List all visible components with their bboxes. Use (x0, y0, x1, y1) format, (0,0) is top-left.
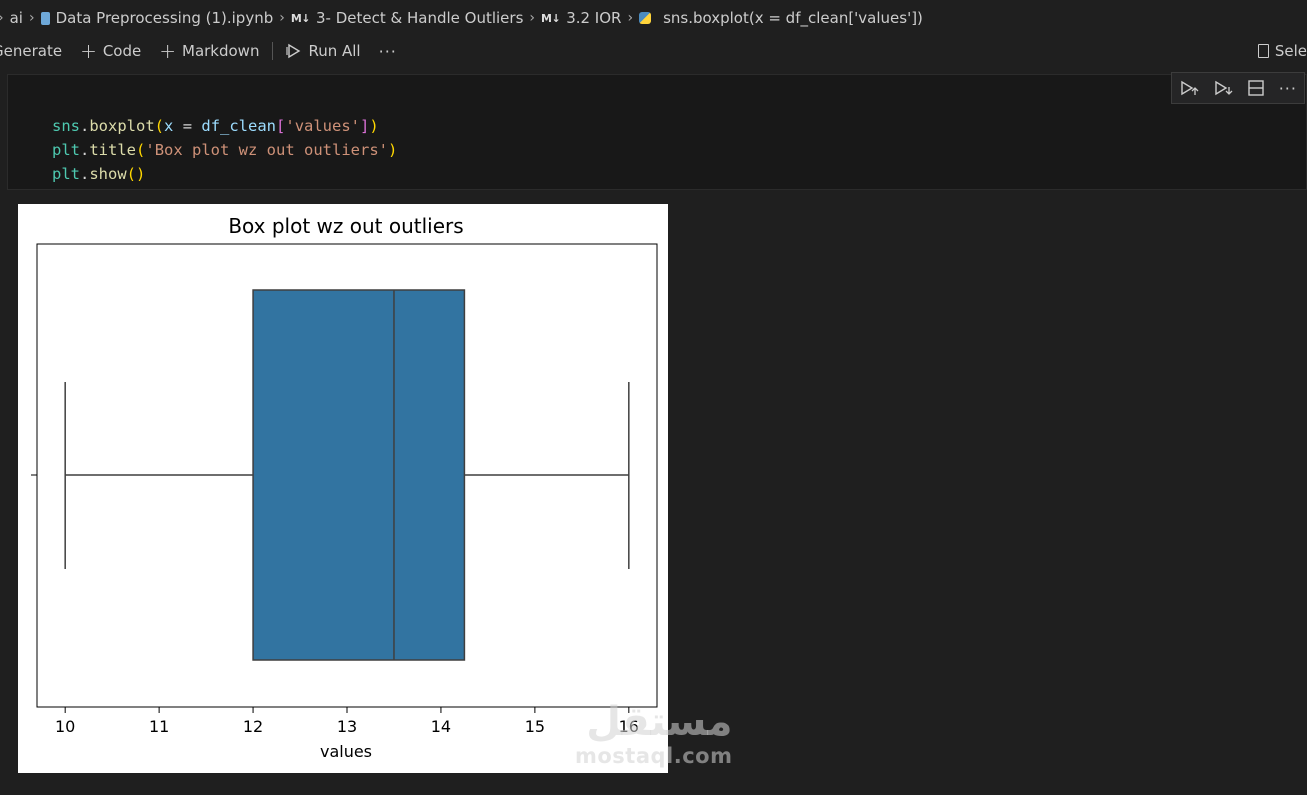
chart-title: Box plot wz out outliers (228, 214, 463, 238)
x-tick-label: 12 (243, 717, 263, 736)
plus-icon: + (159, 39, 176, 63)
code-cell[interactable]: sns.boxplot(x = df_clean['values']) plt.… (7, 74, 1307, 190)
toolbar-divider (272, 42, 274, 60)
x-tick-label: 13 (337, 717, 357, 736)
run-all-icon (286, 43, 301, 59)
add-code-button[interactable]: + Code (71, 41, 150, 61)
markdown-icon: M↓ (290, 11, 311, 25)
x-tick-label: 14 (431, 717, 451, 736)
kernel-icon (1257, 44, 1269, 58)
chevron-right-icon: › (529, 10, 536, 26)
breadcrumb: › ai › Data Preprocessing (1).ipynb › M↓… (0, 0, 1307, 36)
notebook-icon (40, 11, 50, 25)
cell-toolbar: ··· (1171, 72, 1305, 104)
generate-button[interactable]: Generate (0, 42, 71, 60)
plus-icon: + (80, 39, 97, 63)
select-kernel-button[interactable]: Sele (1257, 36, 1307, 66)
split-cell-icon[interactable] (1247, 79, 1265, 97)
chevron-right-icon: › (627, 10, 634, 26)
code-line-3: plt.show() (52, 165, 146, 183)
notebook-toolbar: Generate +Code +Markdown Run All ··· Sel… (0, 36, 1307, 66)
chevron-right-icon: › (28, 10, 35, 26)
execute-above-icon[interactable] (1179, 79, 1199, 97)
watermark-arabic: مستقل (586, 699, 733, 745)
x-tick-label: 10 (55, 717, 75, 736)
run-all-button[interactable]: Run All (277, 42, 369, 60)
more-actions-button[interactable]: ··· (370, 42, 406, 61)
breadcrumb-section[interactable]: M↓ 3- Detect & Handle Outliers (291, 9, 524, 27)
code-editor[interactable]: sns.boxplot(x = df_clean['values']) plt.… (52, 90, 397, 186)
markdown-icon: M↓ (541, 11, 561, 25)
breadcrumb-file[interactable]: Data Preprocessing (1).ipynb (40, 9, 273, 27)
watermark-latin: mostaql.com (575, 744, 733, 768)
breadcrumb-subsection[interactable]: M↓ 3.2 IOR (541, 9, 621, 27)
breadcrumb-cell[interactable]: sns.boxplot(x = df_clean['values']) (639, 9, 923, 27)
python-icon (639, 12, 652, 24)
x-axis-label: values (320, 742, 372, 761)
add-markdown-button[interactable]: + Markdown (150, 41, 268, 61)
chevron-right-icon: › (279, 10, 285, 26)
more-icon[interactable]: ··· (1279, 79, 1297, 98)
boxplot-chart: Box plot wz out outliers 10 11 12 13 14 15 16 … (31, 214, 658, 761)
chevron-right-icon: › (0, 10, 4, 26)
execute-below-icon[interactable] (1213, 79, 1233, 97)
x-tick-label: 15 (525, 717, 545, 736)
watermark-logo: مستقل mostaql.com (575, 700, 732, 768)
iqr-box (252, 289, 466, 661)
breadcrumb-root[interactable]: ai (10, 9, 23, 27)
x-tick-label: 11 (149, 717, 169, 736)
code-line-2: plt.title('Box plot wz out outliers') (52, 141, 398, 159)
boxplot-output: Box plot wz out outliers 10 11 12 13 14 15 16 … (18, 204, 668, 773)
code-line-1: sns.boxplot(x = df_clean['values']) (52, 117, 379, 135)
